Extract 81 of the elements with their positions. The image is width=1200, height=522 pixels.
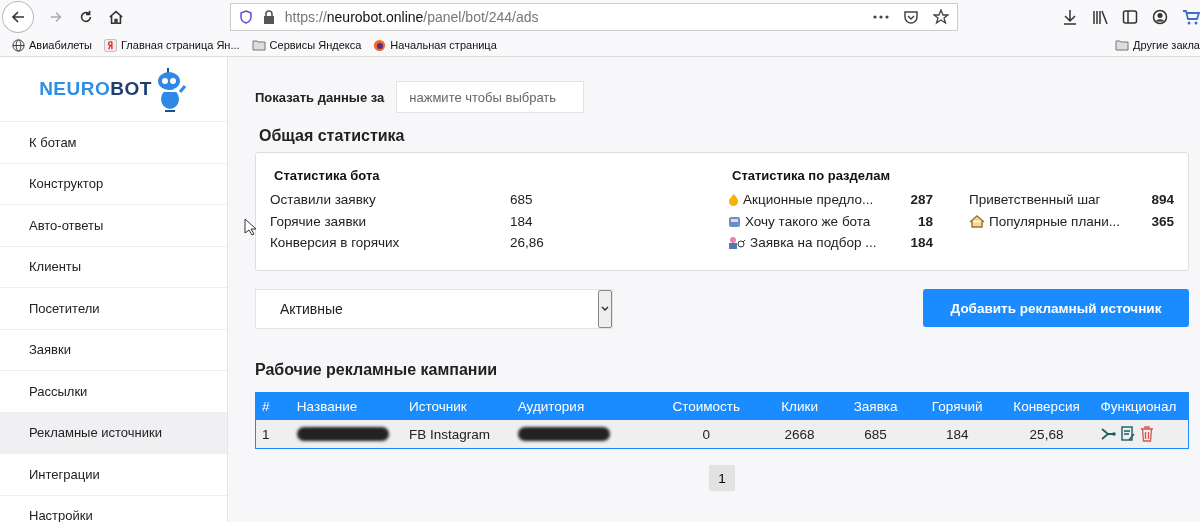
sidebar-icon[interactable] xyxy=(1122,9,1138,25)
column-header: Источник xyxy=(403,392,512,420)
column-header: Конверсия xyxy=(998,392,1095,420)
star-icon[interactable] xyxy=(933,9,949,25)
table-cell: 1 xyxy=(255,420,291,449)
table-cell: 685 xyxy=(835,420,916,449)
logo-text: NEUROBOT xyxy=(39,78,152,100)
share-icon[interactable] xyxy=(1100,426,1117,442)
pocket-icon[interactable] xyxy=(903,9,919,25)
card-title: Статистика бота xyxy=(274,168,381,183)
house-icon xyxy=(969,214,985,228)
stat-label: Конверсия в горячих xyxy=(270,235,401,251)
section-label: Популярные плани... xyxy=(989,213,1121,229)
globe-icon xyxy=(12,38,25,52)
home-icon[interactable] xyxy=(107,9,124,25)
section-label: Приветственный шаг xyxy=(969,192,1101,208)
column-header: Название xyxy=(290,392,404,420)
period-label: Показать данные за xyxy=(255,89,385,105)
column-header: Заявка xyxy=(835,392,916,420)
sidebar-item[interactable]: Авто-ответы xyxy=(0,205,227,247)
page-button[interactable]: 1 xyxy=(709,465,735,491)
person-icon xyxy=(728,236,746,250)
status-dropdown[interactable]: Активные xyxy=(255,289,613,329)
delete-icon[interactable] xyxy=(1140,426,1155,442)
stat-value: 26,86 xyxy=(510,235,544,251)
stat-value: 685 xyxy=(510,192,533,208)
folder-icon xyxy=(1115,39,1130,51)
caret-icon xyxy=(601,306,609,312)
section-value: 184 xyxy=(910,235,933,251)
stat-label: Горячие заявки xyxy=(270,213,368,229)
column-header: Горячий xyxy=(915,392,999,420)
sidebar-item[interactable]: Клиенты xyxy=(0,246,227,288)
section-title: Общая статистика xyxy=(259,127,406,145)
bookmark-item[interactable]: Авиабилеты xyxy=(12,38,92,52)
stat-label: Оставили заявку xyxy=(270,192,377,208)
table-cell: 0 xyxy=(648,420,764,449)
section-label: Хочу такого же бота xyxy=(745,213,871,229)
download-icon[interactable] xyxy=(1062,9,1078,25)
section-value: 894 xyxy=(1151,192,1174,208)
account-icon[interactable] xyxy=(1152,9,1168,25)
cart-icon[interactable] xyxy=(1182,9,1200,25)
letter-tile-icon xyxy=(104,38,117,52)
sidebar-item[interactable]: Конструктор xyxy=(0,163,227,205)
date-range-field[interactable]: нажмите чтобы выбрать xyxy=(396,81,585,113)
table-cell: 184 xyxy=(915,420,999,449)
sidebar-item[interactable]: Рассылки xyxy=(0,371,227,413)
section-label: Акционные предло... xyxy=(743,192,874,208)
sidebar-item[interactable]: Рекламные источники xyxy=(0,412,227,454)
bookmark-item[interactable]: Начальная страница xyxy=(373,38,497,52)
shield-icon xyxy=(238,10,253,24)
section-value: 18 xyxy=(917,213,933,229)
column-header: # xyxy=(255,392,291,420)
column-header: Клики xyxy=(763,392,836,420)
lock-icon xyxy=(262,10,275,24)
table-cell: 25,68 xyxy=(998,420,1095,449)
column-header: Функционал xyxy=(1094,392,1189,420)
edit-icon[interactable] xyxy=(1120,426,1137,442)
robot-icon xyxy=(728,214,741,228)
folder-icon xyxy=(251,39,266,51)
bookmark-folder[interactable]: Другие закла xyxy=(1115,39,1200,51)
section-value: 287 xyxy=(910,192,933,208)
sidebar-item[interactable]: Посетители xyxy=(0,288,227,330)
section-label: Заявка на подбор ... xyxy=(750,235,877,251)
table-cell: FB Instagram xyxy=(403,420,512,449)
bookmark-item[interactable]: Сервисы Яндекса xyxy=(251,39,362,51)
sidebar-item[interactable]: Интеграции xyxy=(0,454,227,496)
section-value: 365 xyxy=(1151,213,1174,229)
library-icon[interactable] xyxy=(1092,9,1108,25)
stat-value: 184 xyxy=(510,213,533,229)
url-text: https://neurobot.online/panel/bot/244/ads xyxy=(284,9,540,25)
section-title: Рабочие рекламные кампании xyxy=(255,361,499,379)
browser-logo-icon xyxy=(373,38,387,52)
sidebar-item[interactable]: К ботам xyxy=(0,122,227,164)
sidebar-item[interactable]: Заявки xyxy=(0,329,227,371)
address-bar[interactable]: https://neurobot.online/panel/bot/244/ads xyxy=(229,3,958,31)
more-icon[interactable] xyxy=(873,15,889,19)
column-header: Аудитория xyxy=(511,392,649,420)
table-cell: 2668 xyxy=(763,420,836,449)
card-title: Статистика по разделам xyxy=(732,168,892,183)
bookmark-item[interactable]: Главная страница Ян... xyxy=(104,38,240,52)
column-header: Стоимость xyxy=(648,392,764,420)
